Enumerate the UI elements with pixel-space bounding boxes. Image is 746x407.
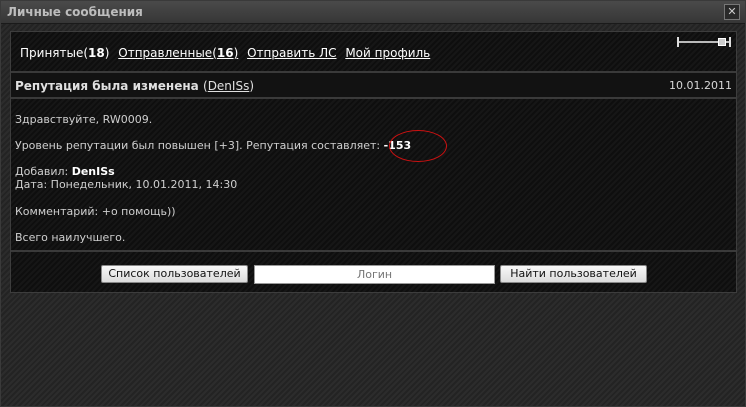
- added-by-name: DenISs: [71, 165, 115, 178]
- tab-my-profile[interactable]: Мой профиль: [345, 46, 430, 60]
- find-users-button[interactable]: Найти пользователей: [500, 265, 647, 283]
- message-date: 10.01.2011: [669, 79, 732, 92]
- resize-slider[interactable]: [677, 36, 731, 48]
- footer-divider: [11, 250, 736, 252]
- slider-left-cap: [677, 37, 679, 47]
- slider-right-cap: [729, 37, 731, 47]
- sent-count: 16: [216, 46, 234, 60]
- tab-sent[interactable]: Отправленные(16): [118, 46, 238, 60]
- tab-send-message[interactable]: Отправить ЛС: [247, 46, 336, 60]
- added-by-line: Добавил: DenISs: [15, 165, 115, 178]
- window-titlebar[interactable]: Личные сообщения ✕: [1, 1, 745, 24]
- window-title: Личные сообщения: [7, 5, 143, 19]
- private-messages-window: Личные сообщения ✕ Принятые(18) Отправле…: [0, 0, 746, 407]
- message-datetime: Дата: Понедельник, 10.01.2011, 14:30: [15, 178, 238, 191]
- message-closing: Всего наилучшего.: [15, 231, 126, 244]
- reputation-line: Уровень репутации был повышен [+3]. Репу…: [15, 139, 412, 152]
- inbox-count: 18: [88, 46, 105, 60]
- message-tabs: Принятые(18) Отправленные(16) Отправить …: [20, 46, 435, 60]
- message-author: (DenISs): [203, 79, 255, 93]
- close-icon[interactable]: ✕: [724, 4, 740, 20]
- message-subject: Репутация была изменена: [15, 79, 199, 93]
- message-greeting: Здравствуйте, RW0009.: [15, 113, 153, 126]
- users-list-button[interactable]: Список пользователей: [101, 265, 248, 283]
- highlight-circle: [389, 130, 447, 162]
- login-input[interactable]: [254, 265, 495, 284]
- author-link[interactable]: DenISs: [208, 79, 250, 93]
- message-panel: Принятые(18) Отправленные(16) Отправить …: [10, 31, 737, 293]
- slider-handle[interactable]: [718, 38, 726, 46]
- message-comment: Комментарий: +o помощь)): [15, 205, 176, 218]
- message-header: Репутация была изменена (DenISs) 10.01.2…: [11, 71, 736, 99]
- tab-inbox[interactable]: Принятые(18): [20, 46, 109, 60]
